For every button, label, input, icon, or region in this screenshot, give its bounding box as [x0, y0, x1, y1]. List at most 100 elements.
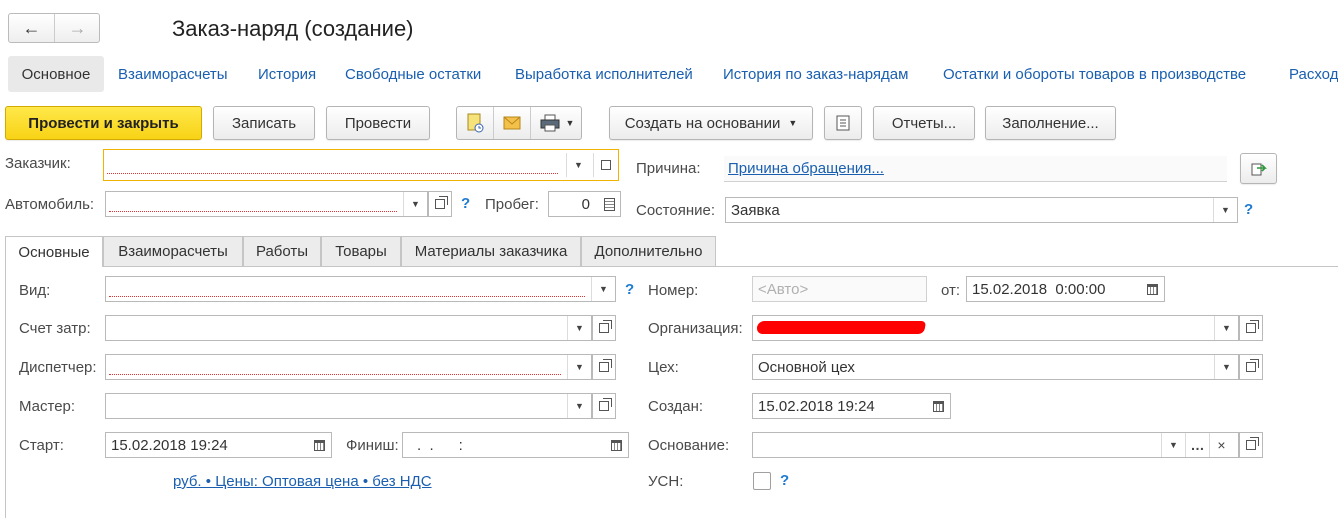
created-value: 15.02.2018 19:24 — [758, 398, 875, 415]
number-label: Номер: — [648, 282, 699, 299]
state-help-icon[interactable]: ? — [1244, 201, 1253, 218]
toolbar-icon-group: ▼ — [456, 106, 582, 140]
reports-button[interactable]: Отчеты... — [873, 106, 975, 140]
page-title: Заказ-наряд (создание) — [172, 16, 414, 41]
print-icon[interactable]: ▼ — [531, 107, 583, 139]
back-arrow-icon[interactable]: ← — [9, 14, 55, 42]
master-label: Мастер: — [19, 398, 76, 415]
nav-link-order-history[interactable]: История по заказ-нарядам — [723, 66, 908, 83]
customer-open-icon[interactable] — [593, 153, 617, 177]
kind-dropdown-icon[interactable]: ▼ — [591, 277, 615, 301]
create-based-on-button[interactable]: Создать на основании ▼ — [609, 106, 813, 140]
tab-customer-materials[interactable]: Материалы заказчика — [401, 236, 581, 266]
nav-link-performers-output[interactable]: Выработка исполнителей — [515, 66, 693, 83]
start-value: 15.02.2018 19:24 — [111, 437, 228, 454]
organization-open-icon[interactable] — [1239, 315, 1263, 341]
usn-checkbox[interactable] — [753, 472, 771, 490]
document-structure-icon[interactable] — [824, 106, 862, 140]
master-field[interactable]: ▼ — [105, 393, 592, 419]
nav-link-free-stock[interactable]: Свободные остатки — [345, 66, 481, 83]
car-field[interactable]: ▼ — [105, 191, 428, 217]
state-field[interactable]: Заявка ▼ — [725, 197, 1238, 223]
date-value: 15.02.2018 0:00:00 — [972, 281, 1106, 298]
created-field[interactable]: 15.02.2018 19:24 — [752, 393, 951, 419]
workshop-open-icon[interactable] — [1239, 354, 1263, 380]
calculator-icon[interactable] — [597, 192, 621, 216]
finish-calendar-icon[interactable] — [604, 433, 628, 457]
customer-label: Заказчик: — [5, 155, 71, 172]
post-button[interactable]: Провести — [326, 106, 430, 140]
forward-arrow-icon[interactable]: → — [55, 14, 100, 42]
workshop-dropdown-icon[interactable]: ▼ — [1214, 355, 1238, 379]
tab-main[interactable]: Основные — [5, 236, 103, 267]
organization-label: Организация: — [648, 320, 743, 337]
reason-refresh-icon[interactable] — [1240, 153, 1277, 184]
nav-tab-main[interactable]: Основное — [8, 56, 104, 92]
tab-additional[interactable]: Дополнительно — [581, 236, 716, 266]
basis-clear-icon[interactable]: × — [1209, 433, 1233, 457]
kind-help-icon[interactable]: ? — [625, 281, 634, 298]
tab-works[interactable]: Работы — [243, 236, 321, 266]
required-underline — [107, 173, 558, 174]
required-underline — [109, 374, 561, 375]
dispatcher-open-icon[interactable] — [592, 354, 616, 380]
kind-field[interactable]: ▼ — [105, 276, 616, 302]
cost-account-open-icon[interactable] — [592, 315, 616, 341]
start-field[interactable]: 15.02.2018 19:24 — [105, 432, 332, 458]
usn-help-icon[interactable]: ? — [780, 472, 789, 489]
dispatcher-field[interactable]: ▼ — [105, 354, 592, 380]
nav-link-history[interactable]: История — [258, 66, 316, 83]
document-journal-icon[interactable] — [457, 107, 494, 139]
master-open-icon[interactable] — [592, 393, 616, 419]
from-label: от: — [941, 282, 961, 299]
start-calendar-icon[interactable] — [307, 433, 331, 457]
master-dropdown-icon[interactable]: ▼ — [567, 394, 591, 418]
customer-dropdown-icon[interactable]: ▼ — [566, 153, 590, 177]
date-field[interactable]: 15.02.2018 0:00:00 — [966, 276, 1165, 302]
prices-link[interactable]: руб. • Цены: Оптовая цена • без НДС — [173, 473, 432, 490]
nav-tab-main-label: Основное — [21, 65, 91, 83]
state-label: Состояние: — [636, 202, 716, 219]
reason-link[interactable]: Причина обращения... — [728, 160, 884, 177]
car-open-icon[interactable] — [428, 191, 452, 217]
email-icon[interactable] — [494, 107, 531, 139]
created-calendar-icon[interactable] — [926, 394, 950, 418]
workshop-value: Основной цех — [758, 359, 855, 376]
cost-account-field[interactable]: ▼ — [105, 315, 592, 341]
number-field[interactable]: <Авто> — [752, 276, 927, 302]
state-value: Заявка — [731, 202, 780, 219]
finish-label: Финиш: — [346, 437, 399, 454]
required-underline — [109, 211, 397, 212]
nav-link-expense[interactable]: Расход — [1289, 66, 1338, 83]
organization-field[interactable]: ▼ — [752, 315, 1239, 341]
tab-goods[interactable]: Товары — [321, 236, 401, 266]
car-dropdown-icon[interactable]: ▼ — [403, 192, 427, 216]
basis-open-icon[interactable] — [1239, 432, 1263, 458]
post-and-close-button[interactable]: Провести и закрыть — [5, 106, 202, 140]
nav-link-settlements[interactable]: Взаиморасчеты — [118, 66, 228, 83]
car-help-icon[interactable]: ? — [461, 195, 470, 212]
save-button[interactable]: Записать — [213, 106, 315, 140]
usn-label: УСН: — [648, 473, 684, 490]
redacted-organization — [755, 321, 927, 334]
workshop-field[interactable]: Основной цех ▼ — [752, 354, 1239, 380]
date-calendar-icon[interactable] — [1140, 277, 1164, 301]
state-dropdown-icon[interactable]: ▼ — [1213, 198, 1237, 222]
finish-field[interactable]: . . : — [402, 432, 629, 458]
basis-field[interactable]: ▼ … × — [752, 432, 1239, 458]
car-label: Автомобиль: — [5, 196, 95, 213]
mileage-field[interactable]: 0 — [548, 191, 621, 217]
cost-account-label: Счет затр: — [19, 320, 91, 337]
basis-select-icon[interactable]: … — [1185, 433, 1209, 457]
create-based-on-label: Создать на основании — [624, 114, 781, 132]
cost-account-dropdown-icon[interactable]: ▼ — [567, 316, 591, 340]
customer-field[interactable]: ▼ — [103, 149, 619, 181]
nav-link-production-balances[interactable]: Остатки и обороты товаров в производстве — [943, 66, 1246, 83]
basis-dropdown-icon[interactable]: ▼ — [1161, 433, 1185, 457]
fill-button[interactable]: Заполнение... — [985, 106, 1116, 140]
finish-value: . . : — [417, 437, 463, 454]
dispatcher-dropdown-icon[interactable]: ▼ — [567, 355, 591, 379]
organization-dropdown-icon[interactable]: ▼ — [1214, 316, 1238, 340]
tab-settlements[interactable]: Взаиморасчеты — [103, 236, 243, 266]
basis-label: Основание: — [648, 437, 730, 454]
